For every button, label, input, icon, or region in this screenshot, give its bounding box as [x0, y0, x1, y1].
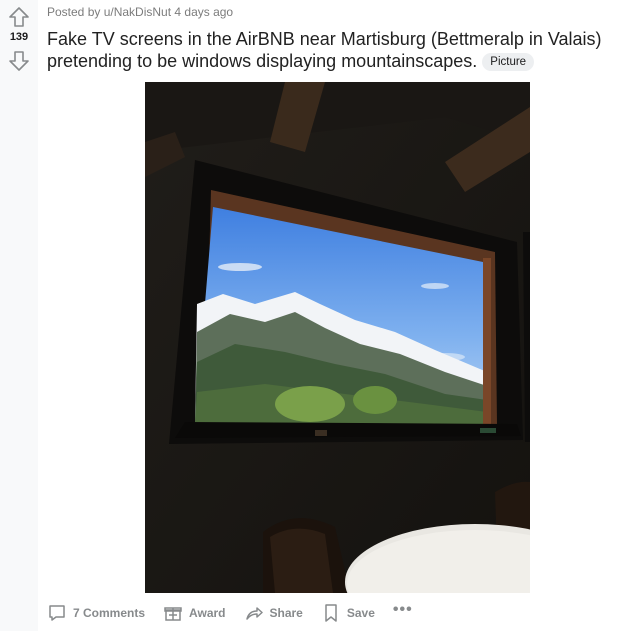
more-dots-icon[interactable]: ••• [393, 601, 413, 619]
save-button[interactable]: Save [321, 603, 375, 623]
share-button[interactable]: Share [244, 603, 303, 623]
bookmark-icon [325, 604, 337, 622]
upvote-arrow-icon[interactable] [8, 6, 30, 28]
post-title[interactable]: Fake TV screens in the AirBNB near Marti… [47, 28, 627, 72]
post-image[interactable] [145, 82, 530, 593]
share-arrow-icon [245, 607, 263, 620]
post-meta[interactable]: Posted by u/NakDisNut 4 days ago [47, 5, 233, 19]
share-label: Share [269, 606, 303, 620]
room-photo [145, 82, 530, 593]
award-button[interactable]: Award [163, 603, 226, 623]
vote-rail: 139 [0, 0, 38, 631]
post-flair[interactable]: Picture [482, 53, 535, 71]
gift-icon [164, 607, 182, 621]
vote-score: 139 [9, 31, 29, 43]
save-label: Save [346, 606, 375, 620]
award-label: Award [189, 606, 226, 620]
comments-label: 7 Comments [73, 606, 146, 620]
comment-bubble-icon [49, 605, 65, 621]
downvote-arrow-icon[interactable] [8, 50, 30, 72]
post-actions-bar: 7 Comments Award Share Save ••• [47, 600, 413, 626]
comments-button[interactable]: 7 Comments [47, 603, 145, 623]
